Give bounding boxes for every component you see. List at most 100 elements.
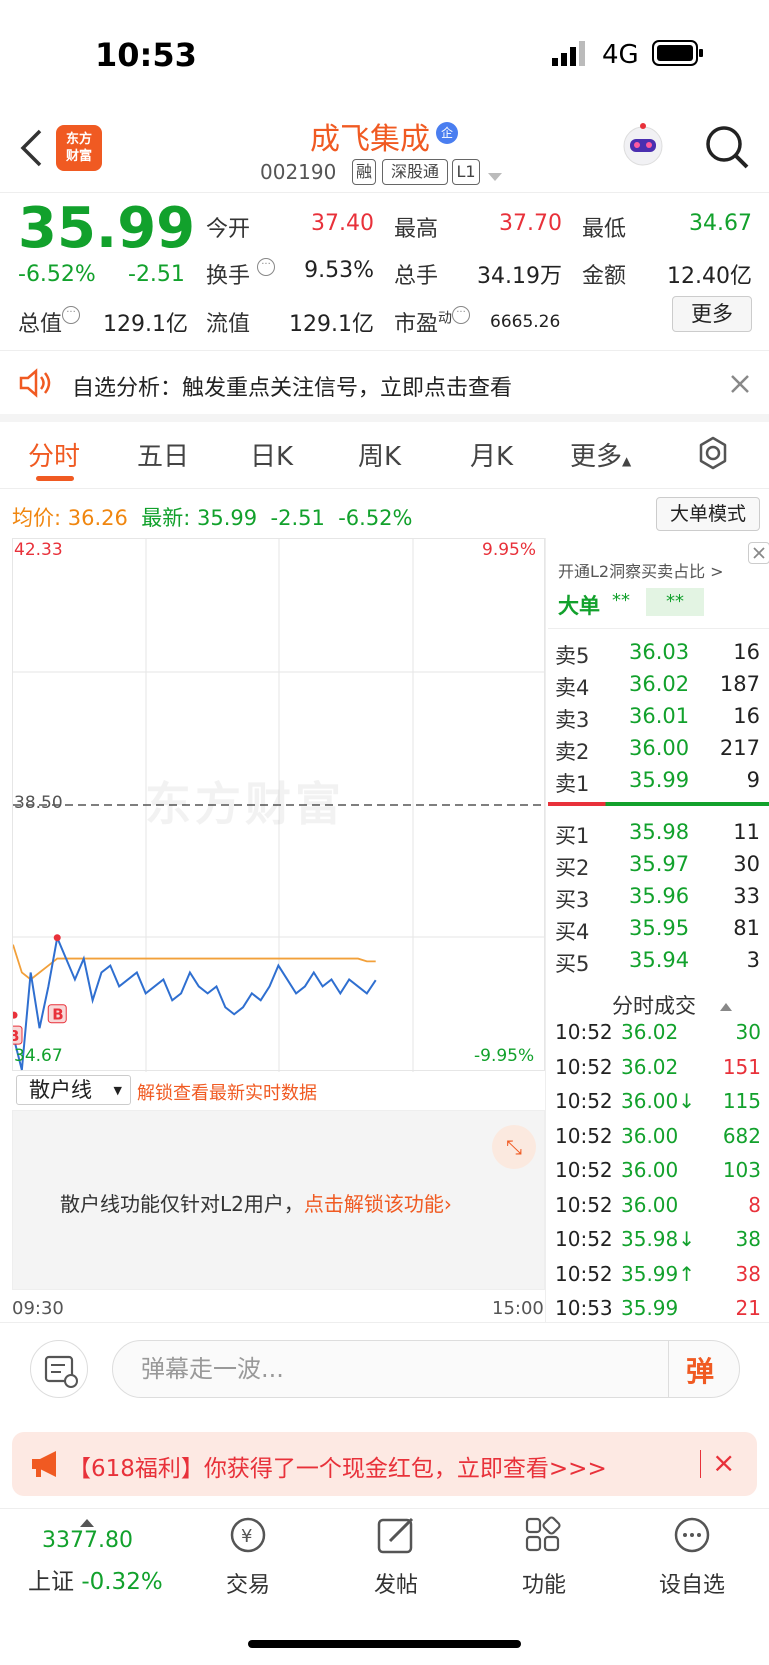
index-value[interactable]: 3377.80 bbox=[42, 1528, 133, 1553]
bid-label: 买5 bbox=[555, 952, 590, 976]
buy-marker[interactable]: B bbox=[47, 1004, 67, 1024]
buy-marker[interactable]: B bbox=[13, 1025, 23, 1045]
ask-label: 卖5 bbox=[555, 644, 590, 668]
ask-row: 卖2 36.00 217 bbox=[555, 736, 760, 766]
enterprise-badge: 企 bbox=[436, 122, 458, 144]
signal-icon bbox=[552, 40, 592, 66]
change-percent: -6.52% bbox=[18, 262, 96, 287]
tab-five-day[interactable]: 五日 bbox=[137, 436, 189, 473]
dropdown-icon[interactable] bbox=[488, 168, 502, 187]
change-amount: -2.51 bbox=[128, 262, 185, 287]
tick-time: 10:52 bbox=[555, 1089, 613, 1113]
info-icon[interactable]: ··· bbox=[452, 306, 471, 324]
y-mid-label: 38.50 bbox=[14, 793, 63, 813]
tick-time: 10:52 bbox=[555, 1261, 613, 1286]
nav-set-watchlist[interactable]: 设自选 bbox=[642, 1515, 742, 1599]
ask-volume: 9 bbox=[746, 768, 760, 792]
ticks-title[interactable]: 分时成交 bbox=[612, 990, 696, 1020]
close-icon[interactable] bbox=[748, 542, 769, 564]
more-button[interactable]: 更多 bbox=[672, 296, 752, 332]
info-icon[interactable]: ··· bbox=[257, 258, 276, 276]
retail-unlock-hint[interactable]: 解锁查看最新实时数据 bbox=[137, 1079, 317, 1105]
home-indicator bbox=[248, 1640, 521, 1648]
tab-daily-k[interactable]: 日K bbox=[250, 436, 293, 473]
bid-row: 买2 35.97 30 bbox=[555, 852, 760, 882]
ask-label: 卖3 bbox=[555, 708, 590, 732]
high-value: 37.70 bbox=[499, 211, 562, 236]
high-label: 最高 bbox=[394, 217, 439, 242]
bid-row: 买1 35.98 11 bbox=[555, 820, 760, 850]
info-icon[interactable]: ··· bbox=[62, 306, 81, 324]
open-label: 今开 bbox=[206, 217, 251, 242]
expand-icon[interactable]: ⤡ bbox=[492, 1125, 536, 1169]
y-bottom-label: 34.67 bbox=[14, 1046, 63, 1066]
promo-text[interactable]: 【618福利】你获得了一个现金红包，立即查看>>> bbox=[68, 1449, 607, 1483]
nav-trade[interactable]: ¥ 交易 bbox=[198, 1515, 298, 1599]
ask-row: 卖4 36.02 187 bbox=[555, 672, 760, 702]
nav-function[interactable]: 功能 bbox=[494, 1515, 594, 1599]
tick-row: 10:52 36.02 151 bbox=[555, 1055, 761, 1087]
notice-text[interactable]: 自选分析：触发重点关注信号，立即点击查看 bbox=[72, 370, 512, 402]
tick-row: 10:52 35.98↓ 38 bbox=[555, 1227, 761, 1259]
index-line[interactable]: 上证 -0.32% bbox=[28, 1562, 163, 1596]
ask-price: 36.00 bbox=[629, 736, 690, 760]
ask-row: 卖1 35.99 9 bbox=[555, 768, 760, 798]
ask-row: 卖3 36.01 16 bbox=[555, 704, 760, 734]
tick-row: 10:52 36.00↓ 115 bbox=[555, 1089, 761, 1121]
l2-upsell-link[interactable]: 开通L2洞察买卖占比 > bbox=[558, 558, 724, 582]
tick-price: 35.99↑ bbox=[621, 1261, 696, 1286]
search-icon[interactable] bbox=[704, 124, 750, 174]
ask-price: 36.02 bbox=[629, 672, 690, 696]
high-point-dot bbox=[13, 1011, 18, 1019]
chart-watermark: 东方财富 bbox=[145, 777, 345, 831]
bid-label: 买1 bbox=[555, 824, 590, 848]
tab-monthly-k[interactable]: 月K bbox=[470, 436, 513, 473]
ask-volume: 217 bbox=[719, 736, 760, 760]
ask-label: 卖4 bbox=[555, 676, 590, 700]
tab-weekly-k[interactable]: 周K bbox=[358, 436, 401, 473]
close-icon[interactable]: × bbox=[712, 1446, 735, 1479]
unlock-link[interactable]: 点击解锁该功能 bbox=[304, 1192, 444, 1216]
settings-gear-icon[interactable] bbox=[696, 436, 730, 474]
bid-volume: 3 bbox=[746, 948, 760, 972]
tick-time: 10:52 bbox=[555, 1054, 613, 1079]
nav-post[interactable]: 发帖 bbox=[346, 1515, 446, 1599]
bid-price: 35.98 bbox=[629, 820, 690, 844]
close-icon[interactable] bbox=[730, 374, 750, 398]
megaphone-icon bbox=[30, 1450, 62, 1482]
danmu-input[interactable]: 弹幕走一波... bbox=[112, 1340, 740, 1398]
amount-value: 12.40亿 bbox=[667, 264, 752, 289]
big-order-value-1: ** bbox=[612, 590, 630, 611]
turnover-value: 9.53% bbox=[304, 258, 374, 283]
high-point-dot bbox=[53, 934, 61, 942]
tick-price: 35.98↓ bbox=[621, 1227, 696, 1251]
tick-time: 10:52 bbox=[555, 1158, 613, 1182]
big-order-mode-button[interactable]: 大单模式 bbox=[656, 497, 760, 531]
tick-time: 10:52 bbox=[555, 1123, 613, 1148]
danmu-toggle-button[interactable] bbox=[30, 1340, 88, 1398]
stock-name[interactable]: 成飞集成 bbox=[300, 114, 440, 158]
ask-volume: 16 bbox=[733, 704, 760, 728]
bid-row: 买5 35.94 3 bbox=[555, 948, 760, 978]
tick-row: 10:52 35.99↑ 38 bbox=[555, 1262, 761, 1294]
robot-assistant-icon[interactable] bbox=[618, 122, 668, 176]
tick-price: 36.02 bbox=[621, 1020, 679, 1044]
tab-more[interactable]: 更多▲ bbox=[570, 436, 631, 473]
retail-line-select[interactable]: 散户线 ▼ bbox=[16, 1075, 131, 1105]
tick-volume: 8 bbox=[748, 1192, 761, 1217]
app-logo: 东方 财富 bbox=[56, 125, 102, 171]
tab-intraday[interactable]: 分时 bbox=[28, 436, 80, 473]
tick-price: 36.00 bbox=[621, 1123, 679, 1148]
bid-volume: 30 bbox=[733, 852, 760, 876]
turnover-label: 换手 ··· bbox=[206, 258, 276, 290]
amount-label: 金额 bbox=[582, 264, 627, 289]
series-line-price bbox=[13, 934, 377, 1071]
volume-value: 34.19万 bbox=[477, 264, 562, 289]
tab-active-indicator bbox=[36, 476, 74, 481]
back-icon[interactable] bbox=[18, 128, 44, 172]
status-time: 10:53 bbox=[95, 36, 197, 74]
sort-up-icon[interactable] bbox=[720, 996, 732, 1015]
bid-price: 35.97 bbox=[629, 852, 690, 876]
danmu-send-button[interactable]: 弹 bbox=[686, 1350, 714, 1390]
tick-price: 36.00 bbox=[621, 1158, 679, 1182]
